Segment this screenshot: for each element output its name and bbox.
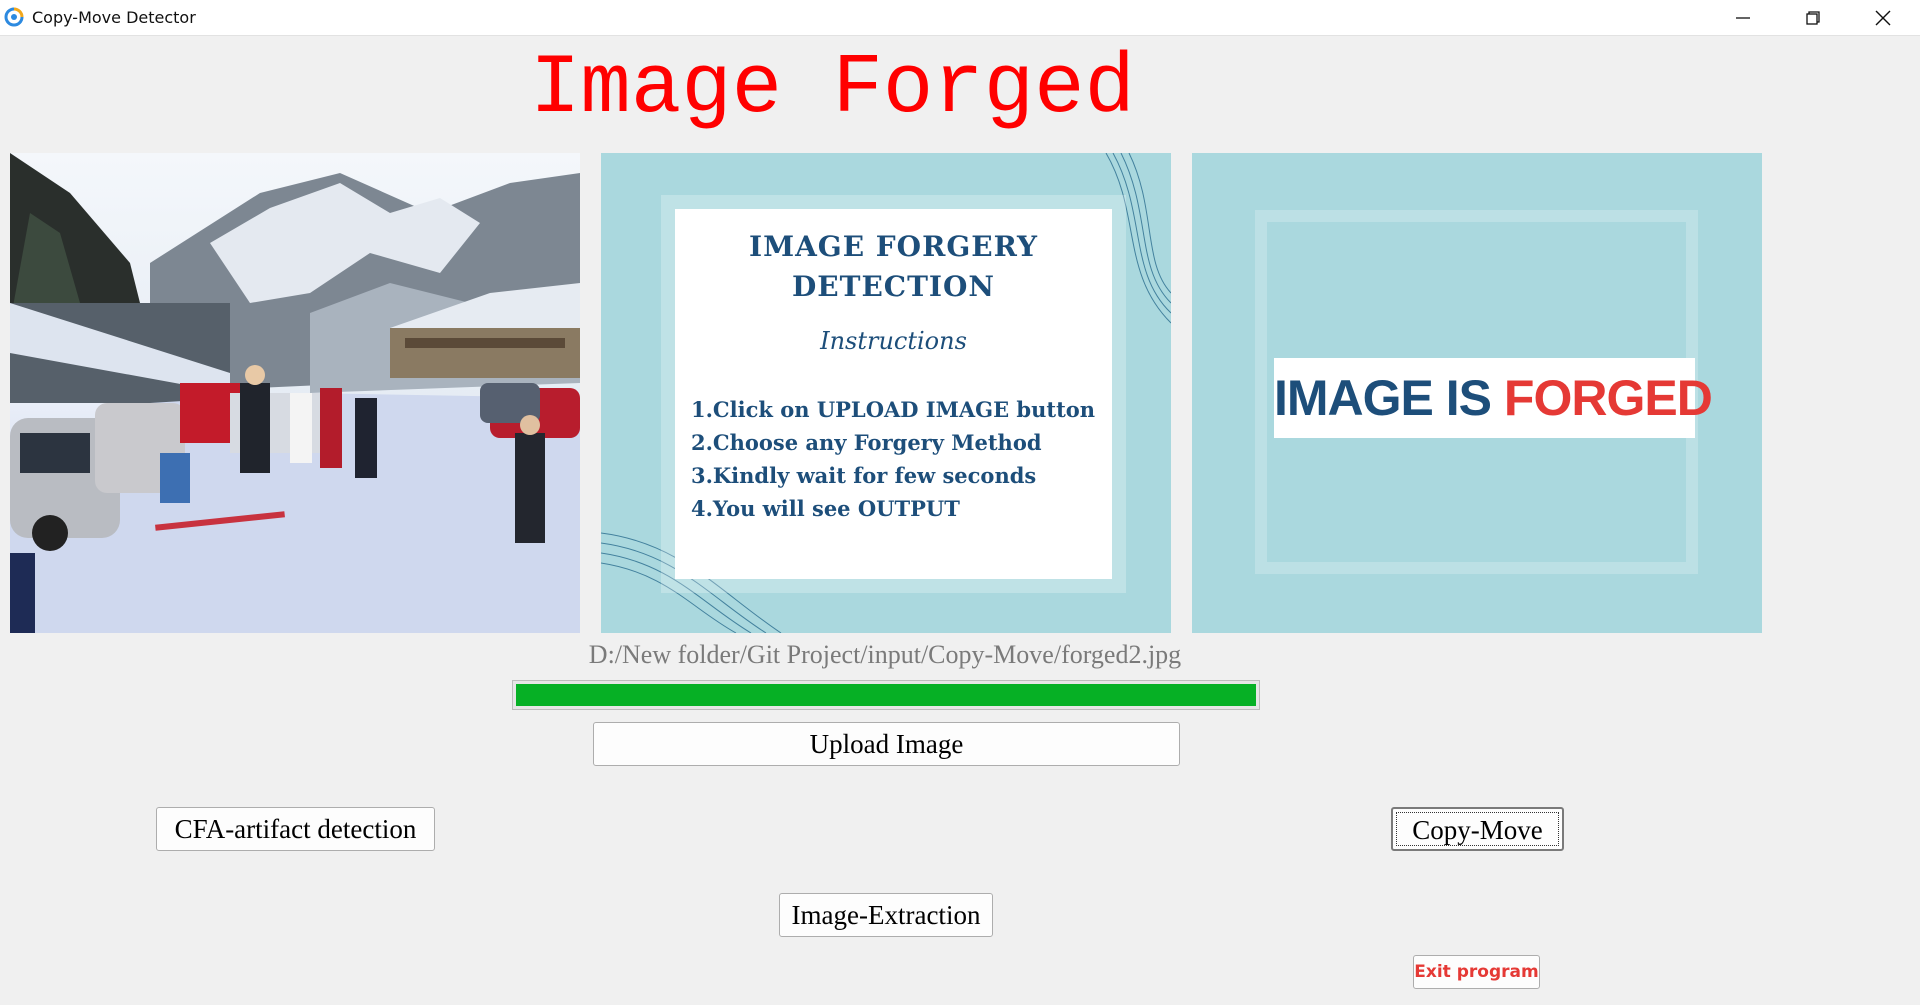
result-banner: IMAGE IS FORGED xyxy=(1274,358,1713,438)
close-button[interactable] xyxy=(1848,0,1918,35)
file-path-label: D:/New folder/Git Project/input/Copy-Mov… xyxy=(588,640,1182,669)
instruction-step: 4.You will see OUTPUT xyxy=(691,496,960,521)
instruction-steps: 1.Click on UPLOAD IMAGE button 2.Choose … xyxy=(691,393,1111,525)
progress-fill xyxy=(516,684,1256,706)
focus-ring xyxy=(1396,812,1559,846)
copy-move-button[interactable]: Copy-Move xyxy=(1391,807,1564,851)
instruction-step: 1.Click on UPLOAD IMAGE button xyxy=(691,397,1096,422)
minimize-icon xyxy=(1736,17,1750,19)
title-bar: Copy-Move Detector xyxy=(0,0,1920,36)
instruction-step: 2.Choose any Forgery Method xyxy=(691,430,1042,455)
cfa-artifact-detection-button[interactable]: CFA-artifact detection xyxy=(156,807,435,851)
instructions-title: IMAGE FORGERY DETECTION xyxy=(748,230,1038,303)
image-extraction-button[interactable]: Image-Extraction xyxy=(779,893,993,937)
close-icon xyxy=(1875,10,1891,26)
upload-image-button[interactable]: Upload Image xyxy=(593,722,1180,766)
result-panel: IMAGE IS FORGED xyxy=(1192,153,1762,633)
window-title: Copy-Move Detector xyxy=(32,8,196,27)
instructions-panel: IMAGE FORGERY DETECTION Instructions 1.C… xyxy=(601,153,1171,633)
instruction-step: 3.Kindly wait for few seconds xyxy=(691,463,1037,488)
restore-button[interactable] xyxy=(1778,0,1848,35)
result-headline: Image Forged xyxy=(530,42,1135,137)
instructions-subtitle: Instructions xyxy=(820,327,967,355)
refresh-circle-icon xyxy=(4,7,24,27)
input-image xyxy=(10,153,580,633)
restore-icon xyxy=(1806,11,1820,25)
result-text-prefix: IMAGE IS xyxy=(1274,370,1504,426)
exit-program-button[interactable]: Exit program xyxy=(1413,955,1540,989)
result-text-verdict: FORGED xyxy=(1503,370,1713,426)
snow-scene-image xyxy=(10,153,580,633)
progress-bar xyxy=(512,680,1260,710)
instructions-card: IMAGE FORGERY DETECTION Instructions 1.C… xyxy=(675,209,1112,579)
minimize-button[interactable] xyxy=(1708,0,1778,35)
